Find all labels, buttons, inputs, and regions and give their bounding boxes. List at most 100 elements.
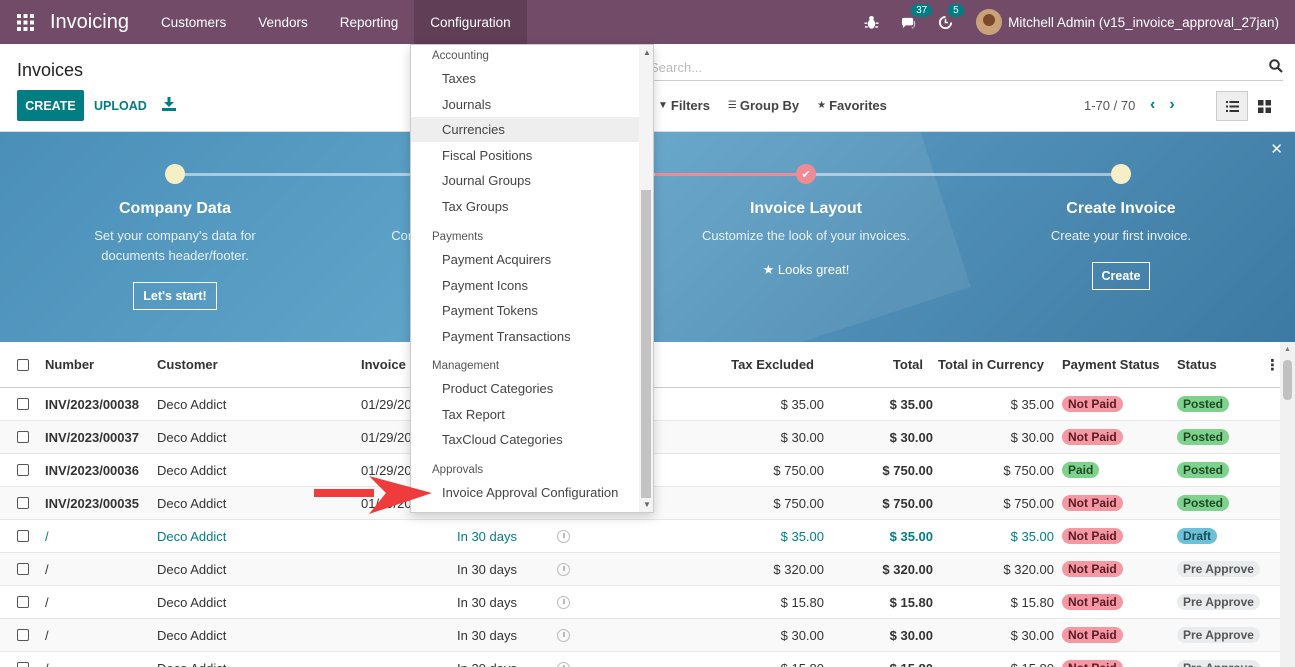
- pager-value[interactable]: 1-70 / 70: [1084, 98, 1135, 113]
- row-checkbox[interactable]: [17, 586, 29, 618]
- create-button[interactable]: CREATE: [17, 90, 84, 121]
- menu-item-journal-groups[interactable]: Journal Groups: [411, 168, 639, 193]
- dropdown-scroll-thumb[interactable]: [641, 190, 651, 498]
- col-payment-status[interactable]: Payment Status: [1062, 342, 1160, 387]
- download-icon[interactable]: [162, 97, 176, 114]
- user-name: Mitchell Admin (v15_invoice_approval_27j…: [1008, 14, 1279, 30]
- menu-item-journals[interactable]: Journals: [411, 92, 639, 117]
- activity-clock-icon[interactable]: [557, 520, 570, 552]
- menu-item-invoice-approval-configuration[interactable]: Invoice Approval Configuration: [411, 480, 639, 505]
- cell-customer: Deco Addict: [157, 561, 227, 577]
- col-tax-excluded[interactable]: Tax Excluded: [700, 342, 814, 387]
- create-invoice-button[interactable]: Create: [1091, 262, 1151, 290]
- activity-clock-icon[interactable]: [557, 553, 570, 585]
- activity-clock-icon[interactable]: [557, 619, 570, 651]
- apps-grid-icon[interactable]: [0, 0, 50, 44]
- menu-item-tax-groups[interactable]: Tax Groups: [411, 194, 639, 219]
- menu-item-fiscal-positions[interactable]: Fiscal Positions: [411, 143, 639, 168]
- close-icon[interactable]: ✕: [1270, 140, 1283, 158]
- menu-reporting[interactable]: Reporting: [324, 0, 415, 44]
- row-checkbox[interactable]: [17, 520, 29, 552]
- favorites-button[interactable]: ★ Favorites: [817, 98, 887, 113]
- row-checkbox[interactable]: [17, 421, 29, 453]
- cell-tax-excluded: $ 320.00: [773, 561, 824, 577]
- cell-payment-status: Not Paid: [1062, 619, 1123, 651]
- menu-item-product-categories[interactable]: Product Categories: [411, 376, 639, 401]
- row-checkbox[interactable]: [17, 454, 29, 486]
- scroll-thumb[interactable]: [1283, 360, 1292, 400]
- col-customer[interactable]: Customer: [157, 342, 218, 387]
- step-title: Invoice Layout: [749, 200, 863, 217]
- status-badge: Posted: [1177, 495, 1230, 511]
- step-title: Create Invoice: [1066, 200, 1176, 217]
- systray: 37 5 Mitchell Admin (v15_invoice_approva…: [853, 0, 1295, 44]
- table-row[interactable]: /Deco AddictIn 30 days$ 15.80$ 15.80$ 15…: [0, 652, 1280, 667]
- chevron-left-icon[interactable]: ‹: [1150, 96, 1155, 114]
- list-view-button[interactable]: [1216, 91, 1248, 121]
- group-by-button[interactable]: ☰ Group By: [728, 98, 799, 113]
- menu-vendors[interactable]: Vendors: [242, 0, 324, 44]
- menu-item-taxcloud-categories[interactable]: TaxCloud Categories: [411, 427, 639, 452]
- list-scrollbar[interactable]: ▲: [1280, 342, 1295, 667]
- search-icon[interactable]: [1269, 58, 1283, 76]
- menu-item-tax-report[interactable]: Tax Report: [411, 402, 639, 427]
- menu-item-payment-tokens[interactable]: Payment Tokens: [411, 298, 639, 323]
- cell-tax-excluded: $ 15.80: [780, 594, 824, 610]
- activities-clock-icon[interactable]: 5: [938, 3, 964, 30]
- col-number[interactable]: Number: [45, 342, 94, 387]
- row-checkbox[interactable]: [17, 652, 29, 667]
- cell-number: /: [45, 528, 49, 544]
- menu-item-currencies[interactable]: Currencies: [411, 117, 639, 142]
- menu-item-taxes[interactable]: Taxes: [411, 66, 639, 91]
- table-row[interactable]: / Deco Addict In 30 days $ 320.00 $ 320.00 $ …: [0, 553, 1280, 586]
- column-options-icon[interactable]: ⋮: [1265, 342, 1280, 387]
- search-input[interactable]: [650, 59, 1269, 75]
- menu-configuration[interactable]: Configuration: [414, 0, 527, 44]
- scroll-down-arrow[interactable]: ▼: [643, 500, 651, 509]
- app-name[interactable]: Invoicing: [50, 11, 129, 34]
- page-title: Invoices: [17, 60, 84, 80]
- row-checkbox[interactable]: [17, 388, 29, 420]
- col-status[interactable]: Status: [1177, 342, 1217, 387]
- menu-item-payment-icons[interactable]: Payment Icons: [411, 273, 639, 298]
- cell-total-currency: $ 750.00: [1003, 495, 1054, 511]
- bug-icon[interactable]: [864, 15, 879, 30]
- col-total[interactable]: Total: [840, 342, 923, 387]
- row-checkbox[interactable]: [17, 619, 29, 651]
- menu-item-payment-acquirers[interactable]: Payment Acquirers: [411, 247, 639, 272]
- cell-due-date: In 30 days: [457, 627, 517, 643]
- table-row[interactable]: / Deco Addict In 30 days $ 30.00 $ 30.00 $ 30…: [0, 619, 1280, 652]
- cell-status: Pre Approve: [1177, 586, 1260, 618]
- cell-total: $ 35.00: [889, 528, 933, 544]
- upload-button[interactable]: UPLOAD: [94, 90, 147, 121]
- menu-customers[interactable]: Customers: [145, 0, 242, 44]
- table-row[interactable]: / Deco Addict In 30 days $ 35.00 $ 35.00 $ 35…: [0, 520, 1280, 553]
- row-checkbox[interactable]: [17, 553, 29, 585]
- activity-clock-icon[interactable]: [557, 586, 570, 618]
- top-navbar: Invoicing Customers Vendors Reporting Co…: [0, 0, 1295, 44]
- progress-line-done: [655, 173, 806, 176]
- step-create-invoice: Create Invoice Create your first invoice…: [1021, 200, 1221, 290]
- lets-start-button[interactable]: Let's start!: [133, 282, 217, 310]
- scroll-up-arrow[interactable]: ▲: [643, 48, 651, 57]
- select-all-checkbox[interactable]: [17, 342, 29, 387]
- dropdown-section-management: Management: [432, 360, 500, 372]
- filters-button[interactable]: ▼ Filters: [658, 98, 710, 113]
- row-checkbox[interactable]: [17, 487, 29, 519]
- kanban-view-button[interactable]: [1248, 91, 1280, 121]
- chevron-right-icon[interactable]: ›: [1169, 96, 1174, 114]
- payment-status-badge: Not Paid: [1062, 561, 1123, 577]
- menu-item-payment-transactions[interactable]: Payment Transactions: [411, 324, 639, 349]
- dropdown-scrollbar[interactable]: ▲ ▼: [639, 45, 653, 512]
- user-menu[interactable]: Mitchell Admin (v15_invoice_approval_27j…: [976, 9, 1279, 35]
- table-row[interactable]: /Deco AddictIn 30 days$ 15.80$ 15.80$ 15…: [0, 586, 1280, 619]
- cell-due-date: In 30 days: [457, 528, 517, 544]
- col-total-currency[interactable]: Total in Currency: [930, 342, 1044, 387]
- messages-badge: 37: [911, 3, 933, 17]
- scroll-up-arrow[interactable]: ▲: [1284, 346, 1291, 353]
- cell-total: $ 750.00: [882, 462, 933, 478]
- cell-tax-excluded: $ 30.00: [780, 429, 824, 445]
- search-options: ▼ Filters ☰ Group By ★ Favorites: [658, 98, 887, 113]
- messages-icon[interactable]: 37: [901, 3, 933, 30]
- activity-clock-icon[interactable]: [557, 652, 570, 667]
